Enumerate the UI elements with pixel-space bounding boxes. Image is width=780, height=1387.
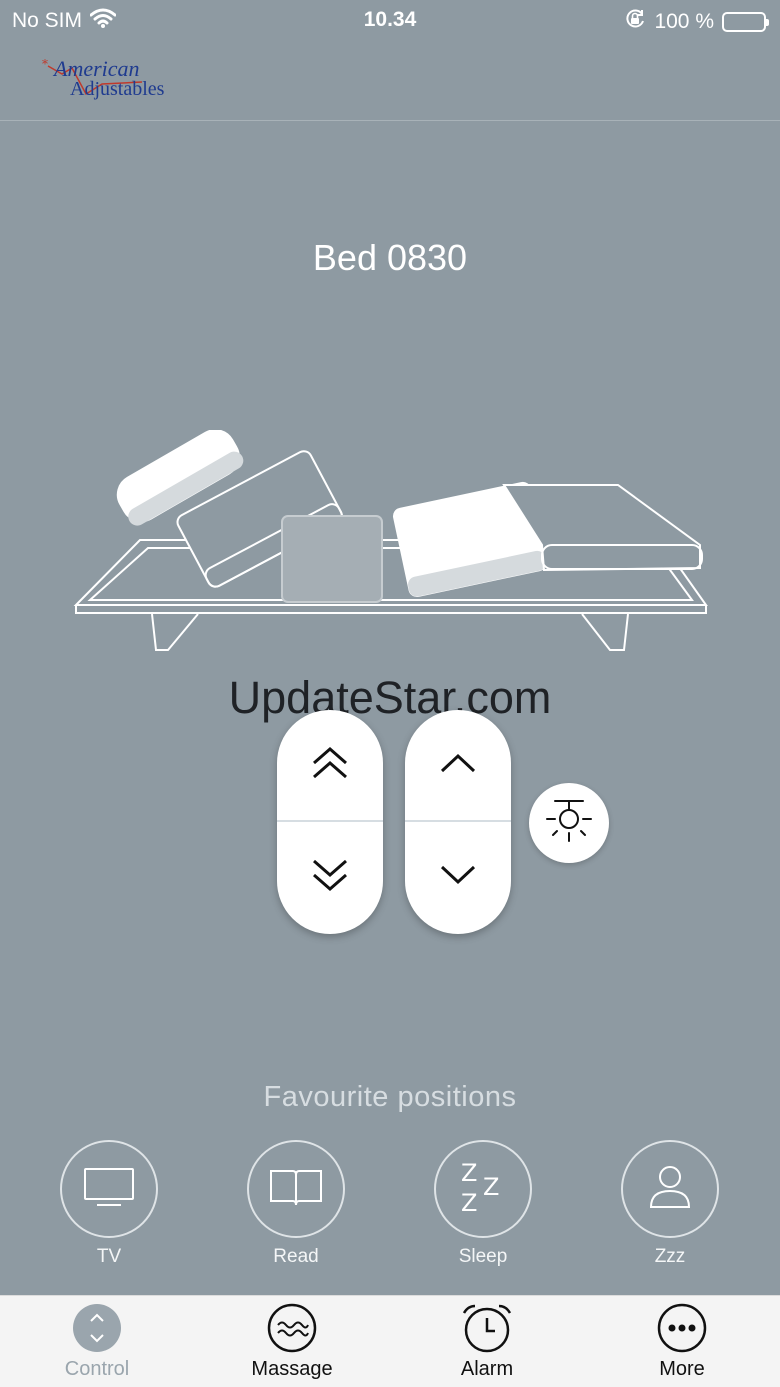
favourite-tv[interactable]: TV [59, 1140, 159, 1270]
favourite-sleep[interactable]: Z Z Z Sleep [433, 1140, 533, 1270]
sleep-icon: Z Z Z [457, 1159, 509, 1220]
favourite-sleep-circle[interactable]: Z Z Z [434, 1140, 532, 1238]
foot-control [405, 710, 511, 934]
head-control [277, 710, 383, 934]
brand-logo: * American Adjustables [42, 54, 182, 104]
control-icon [22, 1296, 172, 1352]
light-icon [543, 797, 595, 850]
tab-label: Control [64, 1358, 130, 1380]
tab-label: Massage [251, 1358, 333, 1380]
favourite-tv-circle[interactable] [60, 1140, 158, 1238]
massage-icon [217, 1296, 367, 1353]
bed-name: Bed 0830 [312, 237, 468, 278]
favourite-zzz-circle[interactable] [621, 1140, 719, 1238]
watermark-text: UpdateStar.com [228, 672, 552, 723]
svg-text:Z: Z [461, 1189, 477, 1215]
book-icon [267, 1165, 325, 1214]
tab-alarm[interactable]: Alarm [412, 1296, 562, 1387]
double-chevron-down-icon [310, 857, 350, 898]
light-button[interactable] [529, 783, 609, 863]
favourite-label: Read [273, 1246, 319, 1267]
chevron-down-icon [438, 863, 478, 892]
tab-label: Alarm [460, 1358, 514, 1380]
logo-text-line2: Adjustables [70, 78, 165, 100]
favourite-label: Sleep [458, 1246, 508, 1267]
tab-more[interactable]: More [607, 1296, 757, 1387]
favourite-read-circle[interactable] [247, 1140, 345, 1238]
double-chevron-up-icon [310, 745, 350, 786]
svg-text:Z: Z [461, 1159, 477, 1187]
user-icon [647, 1163, 693, 1216]
favourite-label: TV [96, 1246, 122, 1267]
favourite-label: Zzz [654, 1246, 686, 1267]
favourite-read[interactable]: Read [246, 1140, 346, 1270]
svg-text:Z: Z [483, 1173, 499, 1201]
tab-control[interactable]: Control [22, 1296, 172, 1387]
more-icon [607, 1296, 757, 1353]
bed-illustration [73, 430, 708, 651]
alarm-icon [412, 1296, 562, 1353]
favourite-zzz[interactable]: Zzz [620, 1140, 720, 1270]
battery-text: 100 % [654, 10, 714, 33]
svg-text:*: * [42, 57, 48, 71]
status-bar: No SIM 10.34 100 % [0, 0, 780, 40]
tab-massage[interactable]: Massage [217, 1296, 367, 1387]
status-right: 100 % [624, 8, 769, 36]
foot-down-button[interactable] [405, 822, 511, 932]
foot-up-button[interactable] [405, 710, 511, 820]
tv-icon [83, 1165, 135, 1214]
app-header: * American Adjustables [0, 40, 780, 121]
battery-icon [722, 12, 769, 32]
head-up-button[interactable] [277, 710, 383, 820]
chevron-up-icon [438, 751, 478, 780]
tab-label: More [659, 1358, 705, 1380]
favourites-title: Favourite positions [263, 1081, 517, 1113]
rotation-lock-icon [624, 8, 646, 36]
tab-bar: Control Massage Alarm More [0, 1295, 780, 1387]
head-down-button[interactable] [277, 822, 383, 932]
